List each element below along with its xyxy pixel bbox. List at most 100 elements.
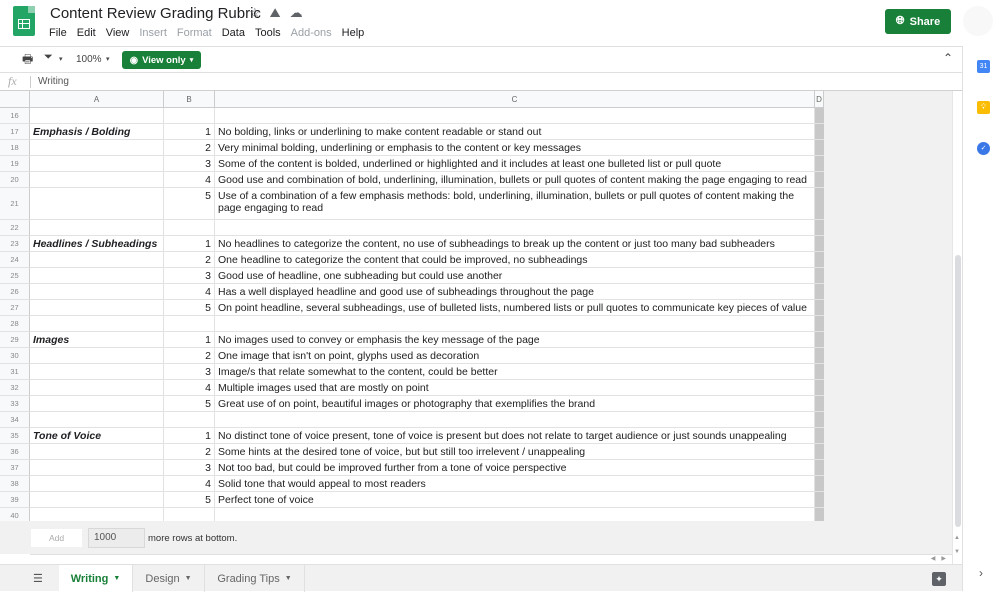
explore-icon[interactable]: ✦ (932, 572, 946, 586)
row-number[interactable]: 17 (0, 124, 30, 140)
scroll-up-icon[interactable]: ▲ (954, 531, 960, 545)
chevron-down-icon[interactable]: ▼ (113, 575, 120, 582)
cell-score[interactable]: 3 (164, 268, 215, 284)
cell-description[interactable]: No headlines to categorize the content, … (215, 236, 815, 252)
row-number[interactable]: 28 (0, 316, 30, 332)
cell-description[interactable]: Use of a combination of a few emphasis m… (215, 188, 815, 220)
row-number[interactable]: 16 (0, 108, 30, 124)
cell-category[interactable] (30, 460, 164, 476)
cell-d[interactable] (815, 172, 824, 188)
cell-category[interactable] (30, 300, 164, 316)
zoom-dropdown-caret[interactable]: ▾ (106, 55, 110, 63)
column-header-d[interactable]: D (815, 91, 824, 108)
cell-score[interactable]: 4 (164, 284, 215, 300)
cell-d[interactable] (815, 108, 824, 124)
tab-design[interactable]: Design ▼ (133, 565, 205, 592)
expand-side-panel-icon[interactable]: › (979, 566, 983, 580)
cell-category[interactable] (30, 108, 164, 124)
share-button[interactable]: 🌐︎ Share (885, 9, 951, 34)
cell-score[interactable]: 4 (164, 172, 215, 188)
row-number[interactable]: 27 (0, 300, 30, 316)
row-number[interactable]: 35 (0, 428, 30, 444)
cell-description[interactable]: Multiple images used that are mostly on … (215, 380, 815, 396)
cell-d[interactable] (815, 252, 824, 268)
menu-help[interactable]: Help (342, 27, 365, 39)
menu-file[interactable]: File (49, 27, 67, 39)
row-number[interactable]: 39 (0, 492, 30, 508)
spreadsheet-grid[interactable]: A B C D 16 17 Emphasis / Bolding 1 No boldin… (0, 91, 952, 524)
cell-description[interactable] (215, 220, 815, 236)
cell-score[interactable]: 1 (164, 236, 215, 252)
row-number[interactable]: 20 (0, 172, 30, 188)
cell-d[interactable] (815, 300, 824, 316)
cell-description[interactable]: No images used to convey or emphasis the… (215, 332, 815, 348)
add-rows-count-input[interactable]: 1000 (88, 528, 145, 548)
cell-d[interactable] (815, 316, 824, 332)
cell-score[interactable]: 5 (164, 300, 215, 316)
add-rows-button[interactable]: Add (31, 529, 82, 547)
cell-score[interactable]: 3 (164, 460, 215, 476)
row-number[interactable]: 30 (0, 348, 30, 364)
cell-d[interactable] (815, 284, 824, 300)
cell-category[interactable] (30, 444, 164, 460)
cell-score[interactable] (164, 108, 215, 124)
cell-description[interactable]: On point headline, several subheadings, … (215, 300, 815, 316)
cell-description[interactable]: Perfect tone of voice (215, 492, 815, 508)
collapse-menus-icon[interactable]: ⌃ (943, 51, 953, 65)
row-number[interactable]: 19 (0, 156, 30, 172)
cell-description[interactable]: Solid tone that would appeal to most rea… (215, 476, 815, 492)
cell-score[interactable]: 4 (164, 380, 215, 396)
cell-description[interactable]: No distinct tone of voice present, tone … (215, 428, 815, 444)
scroll-down-icon[interactable]: ▼ (954, 545, 960, 559)
cell-description[interactable]: Great use of on point, beautiful images … (215, 396, 815, 412)
column-header-b[interactable]: B (164, 91, 215, 108)
row-number[interactable]: 26 (0, 284, 30, 300)
cell-d[interactable] (815, 396, 824, 412)
cell-description[interactable]: Good use and combination of bold, underl… (215, 172, 815, 188)
cell-description[interactable]: One image that isn't on point, glyphs us… (215, 348, 815, 364)
document-title[interactable]: Content Review Grading Rubric (50, 5, 261, 22)
cell-category[interactable]: Emphasis / Bolding (30, 124, 164, 140)
cell-category[interactable] (30, 348, 164, 364)
row-number[interactable]: 22 (0, 220, 30, 236)
cell-category[interactable]: Headlines / Subheadings (30, 236, 164, 252)
cell-description[interactable]: Some hints at the desired tone of voice,… (215, 444, 815, 460)
cell-score[interactable]: 2 (164, 444, 215, 460)
view-only-button[interactable]: ◉ View only ▾ (122, 51, 201, 69)
row-number[interactable]: 23 (0, 236, 30, 252)
row-number[interactable]: 29 (0, 332, 30, 348)
cell-description[interactable]: No bolding, links or underlining to make… (215, 124, 815, 140)
cell-d[interactable] (815, 124, 824, 140)
chevron-down-icon[interactable]: ▼ (285, 575, 292, 582)
cell-d[interactable] (815, 236, 824, 252)
cell-score[interactable]: 1 (164, 124, 215, 140)
menu-edit[interactable]: Edit (77, 27, 96, 39)
cell-d[interactable] (815, 444, 824, 460)
scroll-right-icon[interactable]: ▶ (941, 555, 946, 562)
cell-d[interactable] (815, 156, 824, 172)
cell-category[interactable] (30, 284, 164, 300)
vertical-scroll-thumb[interactable] (955, 255, 961, 527)
cell-category[interactable] (30, 188, 164, 220)
all-sheets-menu-icon[interactable]: ☰ (33, 572, 43, 585)
filter-dropdown-caret[interactable]: ▾ (59, 55, 63, 63)
cell-d[interactable] (815, 348, 824, 364)
horizontal-scrollbar[interactable]: ◀ ▶ (30, 554, 952, 564)
cell-category[interactable]: Images (30, 332, 164, 348)
cell-score[interactable]: 2 (164, 348, 215, 364)
cell-description[interactable]: Good use of headline, one subheading but… (215, 268, 815, 284)
keep-icon[interactable]: 💡︎ (977, 101, 990, 114)
cell-score[interactable] (164, 412, 215, 428)
cell-score[interactable]: 5 (164, 188, 215, 220)
row-number[interactable]: 36 (0, 444, 30, 460)
cell-category[interactable] (30, 364, 164, 380)
cell-score[interactable]: 2 (164, 252, 215, 268)
cell-description[interactable]: Has a well displayed headline and good u… (215, 284, 815, 300)
print-icon[interactable]: 🖶︎ (22, 50, 33, 71)
sheets-logo-icon[interactable] (13, 6, 35, 36)
cell-category[interactable] (30, 396, 164, 412)
cell-d[interactable] (815, 492, 824, 508)
cell-score[interactable]: 4 (164, 476, 215, 492)
cell-description[interactable]: One headline to categorize the content t… (215, 252, 815, 268)
cell-score[interactable]: 5 (164, 396, 215, 412)
